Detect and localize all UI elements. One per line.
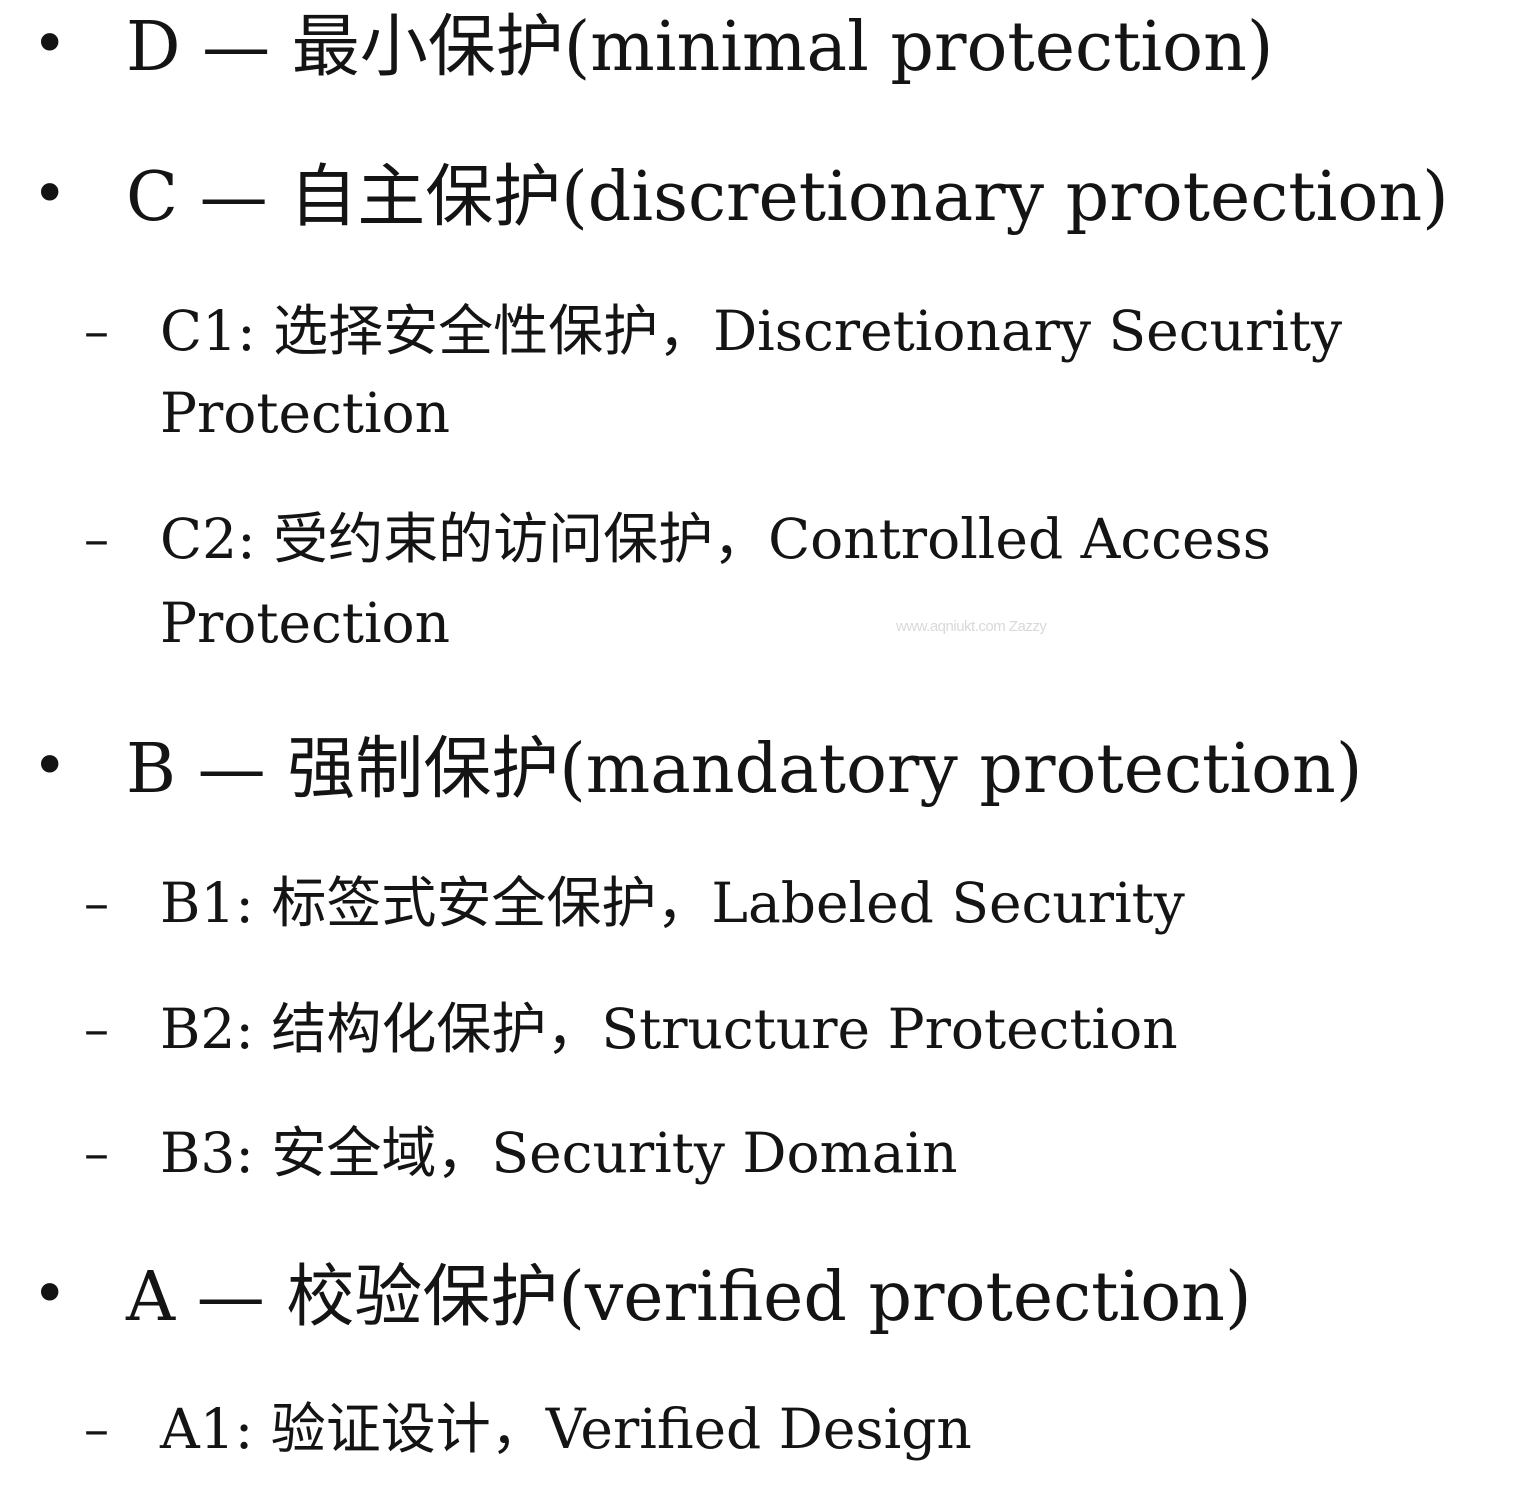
dash-icon: –: [84, 1000, 109, 1058]
level-c-label: C — 自主保护(discretionary protection): [126, 158, 1449, 237]
dash-icon: –: [84, 1124, 109, 1182]
dash-icon: –: [84, 1400, 109, 1458]
dash-icon: –: [84, 510, 109, 568]
level-d-label: D — 最小保护(minimal protection): [126, 8, 1274, 87]
level-c1-line1: C1: 选择安全性保护，Discretionary Security: [160, 299, 1343, 363]
level-a-label: A — 校验保护(verified protection): [126, 1258, 1252, 1337]
watermark-text: www.aqniukt.com Zazzy: [896, 618, 1047, 635]
level-b2-line1: B2: 结构化保护，Structure Protection: [160, 997, 1178, 1061]
level-b3-line1: B3: 安全域，Security Domain: [160, 1121, 958, 1185]
bullet-icon: •: [32, 731, 68, 801]
dash-icon: –: [84, 302, 109, 360]
level-a1-line1: A1: 验证设计，Verified Design: [160, 1397, 972, 1461]
bullet-icon: •: [32, 159, 68, 229]
dash-icon: –: [84, 874, 109, 932]
level-b-label: B — 强制保护(mandatory protection): [126, 730, 1363, 809]
bullet-icon: •: [32, 9, 68, 79]
bullet-icon: •: [32, 1259, 68, 1329]
level-c2-line1: C2: 受约束的访问保护，Controlled Access: [160, 507, 1271, 571]
level-b1-line1: B1: 标签式安全保护，Labeled Security: [160, 871, 1185, 935]
level-c2-line2: Protection: [160, 591, 451, 655]
level-c1-line2: Protection: [160, 381, 451, 445]
slide: • D — 最小保护(minimal protection) • C — 自主保…: [0, 0, 1538, 1491]
